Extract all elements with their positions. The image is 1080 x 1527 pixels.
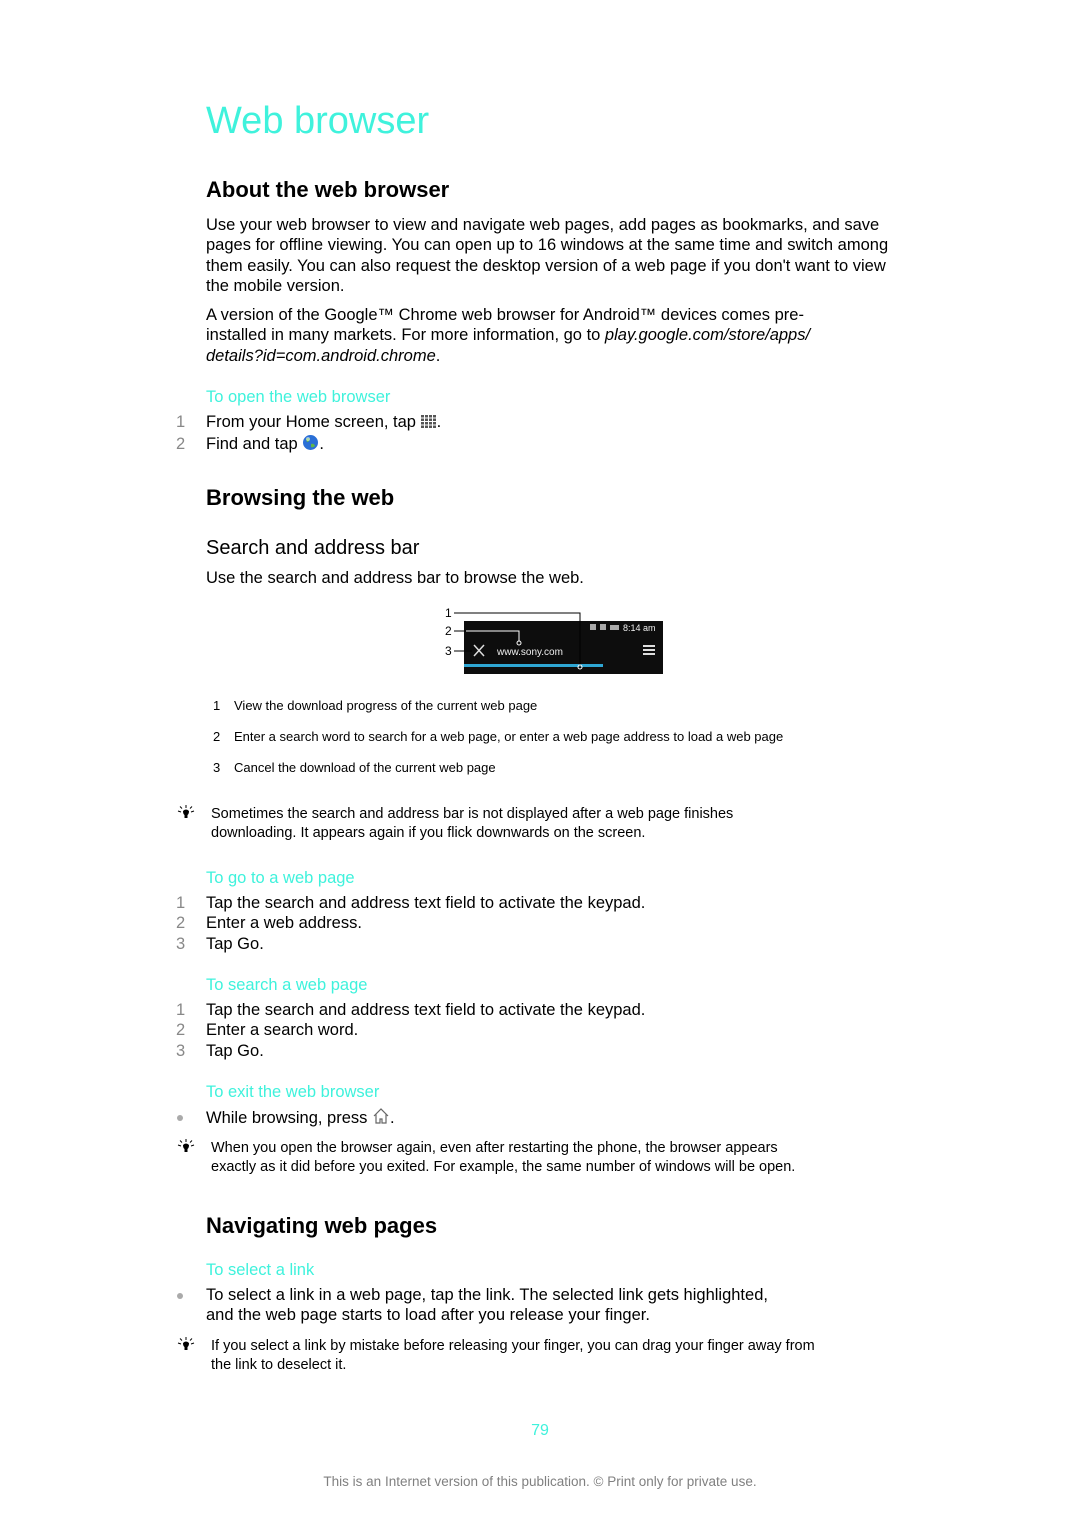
legend-number: 2 (213, 729, 221, 744)
legend-text: View the download progress of the curren… (234, 698, 538, 713)
tip-text-line: Sometimes the search and address bar is … (211, 806, 734, 822)
legend-number: 1 (213, 698, 221, 713)
procedure-heading-open: To open the web browser (206, 388, 391, 406)
procedure-heading-select-link: To select a link (206, 1261, 315, 1279)
step-item: 3 Tap Go. (176, 934, 645, 954)
figure-svg: 1 2 3 www.sony.com 8:14 am (445, 606, 663, 674)
step-item: 3 Tap Go. (176, 1041, 645, 1061)
legend-item: 2 Enter a search word to search for a web… (213, 729, 894, 760)
figure-legend: 1 View the download progress of the curre… (213, 698, 894, 791)
legend-number: 3 (213, 760, 221, 775)
go-to-page-steps: 1 Tap the search and address text field t… (176, 893, 646, 954)
callout-2: 2 (445, 624, 452, 638)
step-item: 2 Enter a search word. (176, 1020, 645, 1040)
bullet-dot (177, 1293, 183, 1299)
lightbulb-tip-icon (177, 805, 195, 823)
step-number: 3 (176, 934, 186, 953)
about-paragraph-2: A version of the Google™ Chrome web brow… (206, 305, 906, 366)
callout-1: 1 (445, 606, 452, 620)
step-number: 1 (176, 1001, 186, 1019)
subsection-heading-search-bar: Search and address bar (206, 537, 420, 559)
procedure-heading-exit: To exit the web browser (206, 1083, 380, 1101)
procedure-heading-search-page: To search a web page (206, 976, 368, 994)
step-item: 1 From your Home screen, tap . (176, 412, 442, 434)
page-number: 79 (531, 1422, 549, 1439)
tip-note: When you open the browser again, even af… (177, 1139, 901, 1176)
bullet-text-line: and the web page starts to load after yo… (206, 1306, 650, 1325)
tip-note: Sometimes the search and address bar is … (177, 805, 891, 842)
step-text: Find and tap (206, 435, 303, 454)
lightbulb-tip-icon (177, 1139, 195, 1157)
about-para1-text: Use your web browser to view and navigat… (206, 216, 889, 295)
step-number: 2 (176, 435, 186, 454)
bullet-after: . (389, 1109, 395, 1127)
step-after: . (436, 413, 442, 431)
step-text: Tap Go. (206, 1041, 264, 1060)
step-number: 2 (176, 1021, 186, 1040)
step-text: Enter a web address. (206, 914, 362, 933)
period: . (435, 346, 441, 365)
search-bar-intro: Use the search and address bar to browse… (206, 569, 584, 587)
step-text: Enter a search word. (206, 1021, 359, 1040)
step-item: 2 Enter a web address. (176, 913, 645, 933)
bullet-text: While browsing, press (206, 1109, 372, 1127)
section-heading-navigating: Navigating web pages (206, 1213, 438, 1238)
tip-text-line: exactly as it did before you exited. For… (211, 1158, 796, 1175)
step-number: 1 (176, 413, 186, 431)
tip-text-line: When you open the browser again, even af… (211, 1140, 778, 1156)
legend-item: 3 Cancel the download of the current web … (213, 760, 894, 791)
step-text: From your Home screen, tap (206, 413, 421, 431)
chrome-store-link-part2[interactable]: details?id=com.android.chrome (206, 347, 436, 365)
menu-icon (643, 645, 655, 655)
page-title: Web browser (206, 100, 430, 142)
about-para2-line2: installed in many markets. For more info… (206, 326, 605, 345)
section-heading-about: About the web browser (206, 177, 450, 202)
legend-item: 1 View the download progress of the curre… (213, 698, 894, 729)
tip-note: If you select a link by mistake before r… (177, 1337, 911, 1374)
open-browser-steps: 1 From your Home screen, tap . 2 Find an… (176, 412, 442, 457)
step-item: 1 Tap the search and address text field t… (176, 893, 646, 913)
tip-text-line: the link to deselect it. (211, 1356, 347, 1373)
address-bar-figure: 1 2 3 www.sony.com 8:14 am (440, 603, 665, 678)
select-link-bullet: To select a link in a web page, tap the … (177, 1285, 906, 1326)
footer-notice: This is an Internet version of this publ… (323, 1474, 757, 1489)
step-number: 3 (176, 1041, 186, 1060)
step-number: 1 (176, 894, 186, 912)
tip-text-line: downloading. It appears again if you fli… (211, 824, 646, 841)
step-text: Tap Go. (206, 934, 264, 953)
lightbulb-tip-icon (177, 1337, 195, 1355)
tip-text-line: If you select a link by mistake before r… (211, 1338, 815, 1354)
status-time: 8:14 am (623, 623, 656, 633)
about-paragraph-1: Use your web browser to view and navigat… (206, 215, 896, 296)
procedure-heading-go-to-page: To go to a web page (206, 869, 355, 887)
home-icon (372, 1107, 390, 1130)
apps-grid-icon (420, 414, 437, 434)
bullet-text-line: To select a link in a web page, tap the … (206, 1286, 768, 1304)
about-para2-line1: A version of the Google™ Chrome web brow… (206, 306, 804, 324)
legend-text: Enter a search word to search for a web … (234, 729, 784, 744)
step-text: Tap the search and address text field to… (206, 1001, 646, 1019)
step-text: Tap the search and address text field to… (206, 894, 646, 912)
step-item: 1 Tap the search and address text field t… (176, 1000, 646, 1020)
url-text: www.sony.com (496, 647, 563, 658)
bullet-dot (177, 1115, 183, 1121)
section-heading-browsing: Browsing the web (206, 485, 395, 510)
step-after: . (319, 435, 324, 454)
exit-bullet: While browsing, press . (177, 1107, 395, 1130)
callout-3: 3 (445, 644, 452, 658)
chrome-store-link-part1[interactable]: play.google.com/store/apps/ (605, 326, 810, 344)
legend-text: Cancel the download of the current web p… (234, 760, 496, 775)
search-page-steps: 1 Tap the search and address text field t… (176, 1000, 646, 1061)
step-item: 2 Find and tap . (176, 434, 441, 456)
step-number: 2 (176, 914, 186, 933)
globe-browser-icon (302, 434, 319, 456)
